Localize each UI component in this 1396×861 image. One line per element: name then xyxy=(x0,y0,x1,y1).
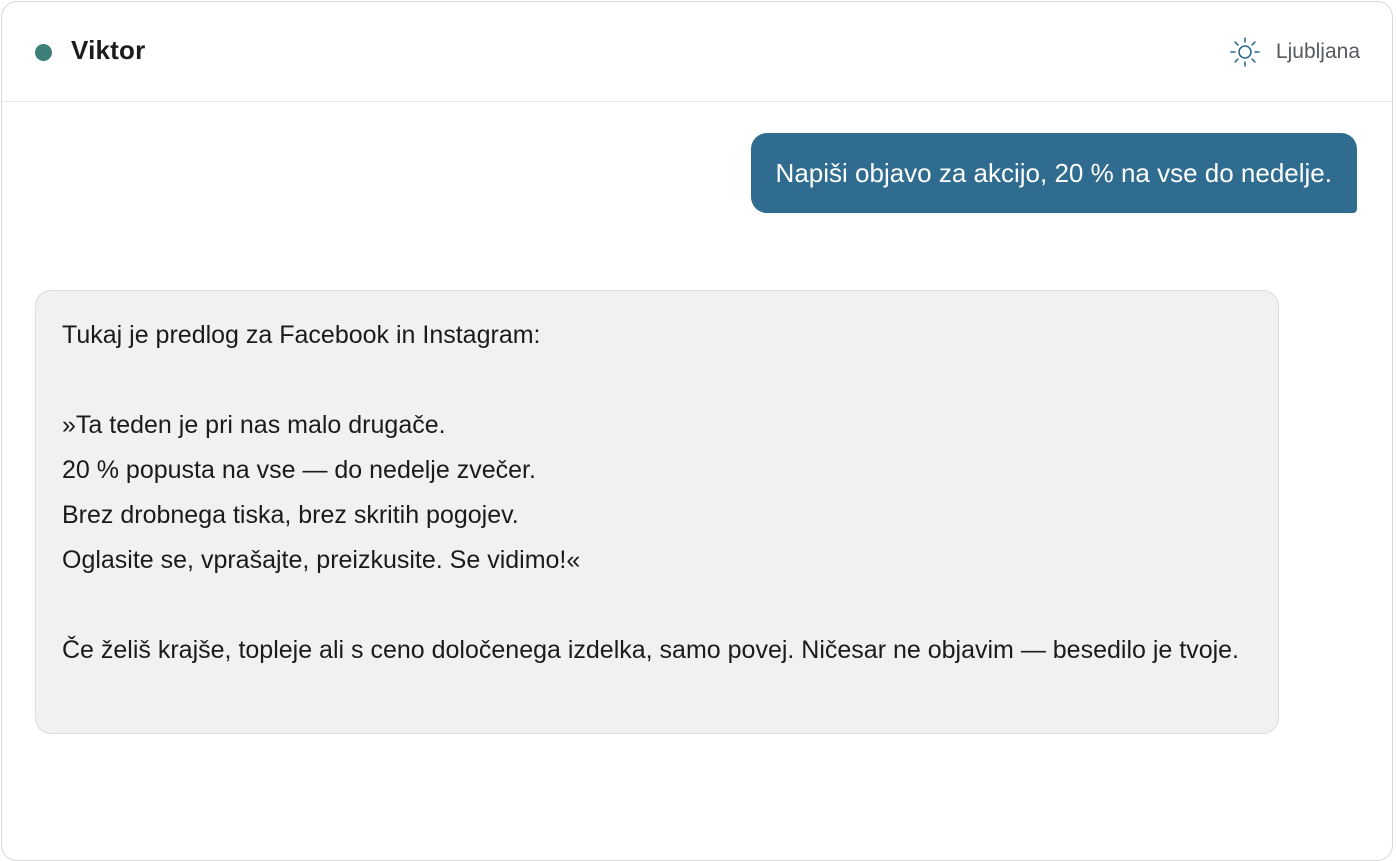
weather-location: Ljubljana xyxy=(1275,40,1360,63)
assistant-outro: Če želiš krajše, topleje ali s ceno dolo… xyxy=(62,636,1240,664)
chat-header: Viktor Ljubljana xyxy=(2,2,1392,102)
assistant-intro: Tukaj je predlog za Facebook in Instagra… xyxy=(62,321,541,349)
post-line: Brez drobnega tiska, brez skritih pogoje… xyxy=(62,501,519,529)
post-line: Oglasite se, vprašajte, preizkusite. Se … xyxy=(62,546,581,574)
chat-window: Viktor Ljubljana Napiši objavo za akcijo… xyxy=(1,1,1393,861)
online-status-dot xyxy=(35,44,52,61)
post-line: 20 % popusta na vse — do nedelje zvečer. xyxy=(62,456,536,484)
sun-icon xyxy=(1230,37,1260,67)
assistant-message: Tukaj je predlog za Facebook in Instagra… xyxy=(35,290,1279,734)
post-line: »Ta teden je pri nas malo drugače. xyxy=(62,411,446,439)
weather-widget[interactable]: Ljubljana xyxy=(1228,34,1360,70)
user-message-text: Napiši objavo za akcijo, 20 % na vse do … xyxy=(775,157,1332,188)
contact-name: Viktor xyxy=(71,35,146,65)
user-message: Napiši objavo za akcijo, 20 % na vse do … xyxy=(750,133,1357,213)
